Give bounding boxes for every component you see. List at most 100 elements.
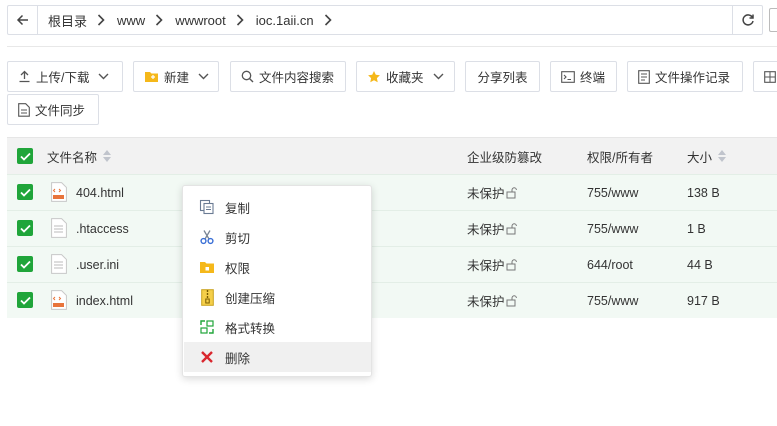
refresh-button[interactable] [732,6,762,34]
menu-item-delete[interactable]: 删除 [184,342,371,372]
menu-item-copy[interactable]: 复制 [184,192,371,222]
file-table-header: 文件名称 企业级防篡改 权限/所有者 大小 [7,137,777,174]
chevron-right-icon [155,14,163,26]
menu-item-label: 删除 [225,351,251,366]
select-all-checkbox[interactable] [17,148,33,164]
table-row[interactable]: .htaccess 未保护 755/www 1 B [7,210,777,246]
column-permission-header: 权限/所有者 [587,138,653,174]
permission[interactable]: 755/www [587,283,638,318]
toolbar-divider [7,46,777,47]
file-sync-label: 文件同步 [35,104,86,118]
check-icon [19,224,31,233]
column-name-header[interactable]: 文件名称 [47,138,112,174]
document-icon [18,102,30,117]
menu-item-convert[interactable]: 格式转换 [184,312,371,342]
breadcrumb-item-root[interactable]: 根目录 [48,11,117,30]
row-checkbox[interactable] [17,256,33,272]
check-icon [19,188,31,197]
search-box-edge[interactable] [769,8,777,32]
breadcrumb-label: 根目录 [48,13,88,29]
breadcrumb-item-site[interactable]: ioc.1aii.cn [256,13,344,28]
tamper-status: 未保护 [467,211,518,246]
menu-item-label: 格式转换 [225,321,276,336]
text-file-icon [51,218,67,238]
chevron-right-icon [324,14,332,26]
table-row[interactable]: .user.ini 未保护 644/root 44 B [7,246,777,282]
menu-item-permission[interactable]: 权限 [184,252,371,282]
new-label: 新建 [164,71,190,85]
permission[interactable]: 755/www [587,175,638,210]
arrow-left-icon [16,14,28,26]
file-name[interactable]: .htaccess [76,211,129,246]
menu-item-label: 剪切 [225,231,251,246]
check-icon [19,260,31,269]
star-icon [367,70,381,84]
search-icon [241,70,254,83]
upload-download-button[interactable]: 上传/下载 [7,61,123,92]
chevron-down-icon [98,73,109,80]
breadcrumb-item-wwwroot[interactable]: wwwroot [175,13,256,28]
column-size-label: 大小 [687,150,713,165]
file-size: 138 B [687,185,720,200]
sort-icon [718,150,727,162]
sort-icon [103,150,112,162]
convert-icon [198,318,216,336]
more-tool-button[interactable] [753,61,777,92]
grid-icon [764,70,776,83]
tamper-status: 未保护 [467,175,518,210]
file-name[interactable]: index.html [76,283,133,318]
tamper-status: 未保护 [467,247,518,282]
terminal-button[interactable]: 终端 [550,61,617,92]
log-icon [638,69,650,84]
table-row[interactable]: index.html 未保护 755/www 917 B [7,282,777,318]
menu-item-compress[interactable]: 创建压缩 [184,282,371,312]
back-button[interactable] [8,6,38,34]
row-checkbox[interactable] [17,184,33,200]
unlock-icon [506,294,517,306]
file-size: 1 B [687,221,706,236]
permission[interactable]: 755/www [587,211,638,246]
refresh-icon [741,14,754,26]
permission[interactable]: 644/root [587,247,633,282]
share-list-button[interactable]: 分享列表 [465,61,540,92]
close-icon [198,348,216,366]
content-search-label: 文件内容搜索 [259,71,335,85]
chevron-down-icon [198,73,209,80]
folder-icon [144,70,159,83]
file-sync-button[interactable]: 文件同步 [7,94,99,125]
upload-icon [18,70,31,83]
tamper-status-label: 未保护 [467,295,505,309]
unlock-icon [506,222,517,234]
operation-log-button[interactable]: 文件操作记录 [627,61,743,92]
scissors-icon [198,228,216,246]
path-bar: 根目录 www wwwroot ioc.1aii.cn [7,5,763,35]
file-size: 917 B [687,293,720,308]
share-list-label: 分享列表 [477,71,528,85]
breadcrumb-item-www[interactable]: www [117,13,175,28]
operation-log-label: 文件操作记录 [655,71,731,85]
html-file-icon [51,290,67,310]
html-file-icon [51,182,67,202]
tamper-status-label: 未保护 [467,223,505,237]
file-name[interactable]: .user.ini [76,247,119,282]
file-name[interactable]: 404.html [76,175,124,210]
text-file-icon [51,254,67,274]
favorites-button[interactable]: 收藏夹 [356,61,455,92]
table-row[interactable]: 404.html 未保护 755/www 138 B [7,174,777,210]
row-checkbox[interactable] [17,220,33,236]
file-size: 44 B [687,257,713,272]
chevron-right-icon [97,14,105,26]
breadcrumb: 根目录 www wwwroot ioc.1aii.cn [38,6,732,34]
menu-item-cut[interactable]: 剪切 [184,222,371,252]
column-size-header[interactable]: 大小 [687,138,727,174]
check-icon [19,152,31,161]
check-icon [19,296,31,305]
new-button[interactable]: 新建 [133,61,219,92]
copy-icon [198,198,216,216]
content-search-button[interactable]: 文件内容搜索 [230,61,346,92]
row-checkbox[interactable] [17,292,33,308]
archive-icon [198,288,216,306]
column-permission-label: 权限/所有者 [587,150,653,165]
menu-item-label: 复制 [225,201,251,216]
breadcrumb-label: www [117,12,146,28]
